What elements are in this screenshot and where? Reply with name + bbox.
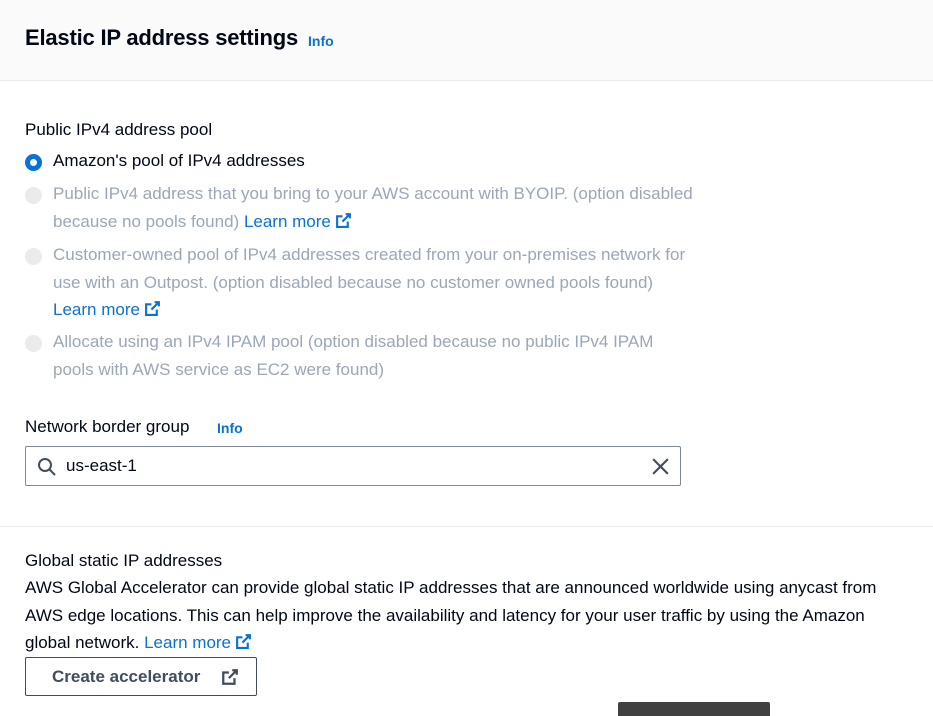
radio-disabled-icon [25,187,42,204]
create-accelerator-button[interactable]: Create accelerator [25,657,257,696]
section-divider [0,526,933,527]
radio-option-text: Public IPv4 address that you bring to yo… [53,180,693,235]
network-border-group-info-link[interactable]: Info [217,420,243,436]
radio-option-text: Customer-owned pool of IPv4 addresses cr… [53,241,693,324]
button-label: Create accelerator [52,666,201,686]
radio-option-label: Allocate using an IPv4 IPAM pool (option… [53,332,654,379]
network-border-group-select[interactable] [25,446,681,486]
external-link-icon [236,634,251,649]
learn-more-link[interactable]: Learn more [244,212,352,231]
section-title: Elastic IP address settings [25,25,298,50]
clear-icon[interactable] [651,457,670,476]
learn-more-link[interactable]: Learn more [53,300,161,319]
pool-label: Public IPv4 address pool [25,120,213,139]
search-icon [38,458,56,476]
radio-option-label: Public IPv4 address that you bring to yo… [53,184,693,231]
radio-selected-icon[interactable] [25,154,42,171]
global-static-ip-description: AWS Global Accelerator can provide globa… [25,574,905,657]
global-static-ip-label: Global static IP addresses [25,551,223,570]
radio-disabled-icon [25,335,42,352]
learn-more-link[interactable]: Learn more [144,633,252,652]
section-header: Elastic IP address settings Info [0,0,933,81]
radio-option-text: Allocate using an IPv4 IPAM pool (option… [53,328,693,383]
external-link-icon [222,669,238,685]
network-border-group-label: Network border group [25,417,190,436]
tooltip-edge [618,702,770,716]
external-link-icon [145,301,160,316]
radio-disabled-icon [25,248,42,265]
external-link-icon [335,212,351,228]
radio-option-label: Customer-owned pool of IPv4 addresses cr… [53,245,686,292]
radio-option-label: Amazon's pool of IPv4 addresses [53,151,305,170]
network-border-group-input[interactable] [66,455,626,477]
header-info-link[interactable]: Info [308,33,334,49]
